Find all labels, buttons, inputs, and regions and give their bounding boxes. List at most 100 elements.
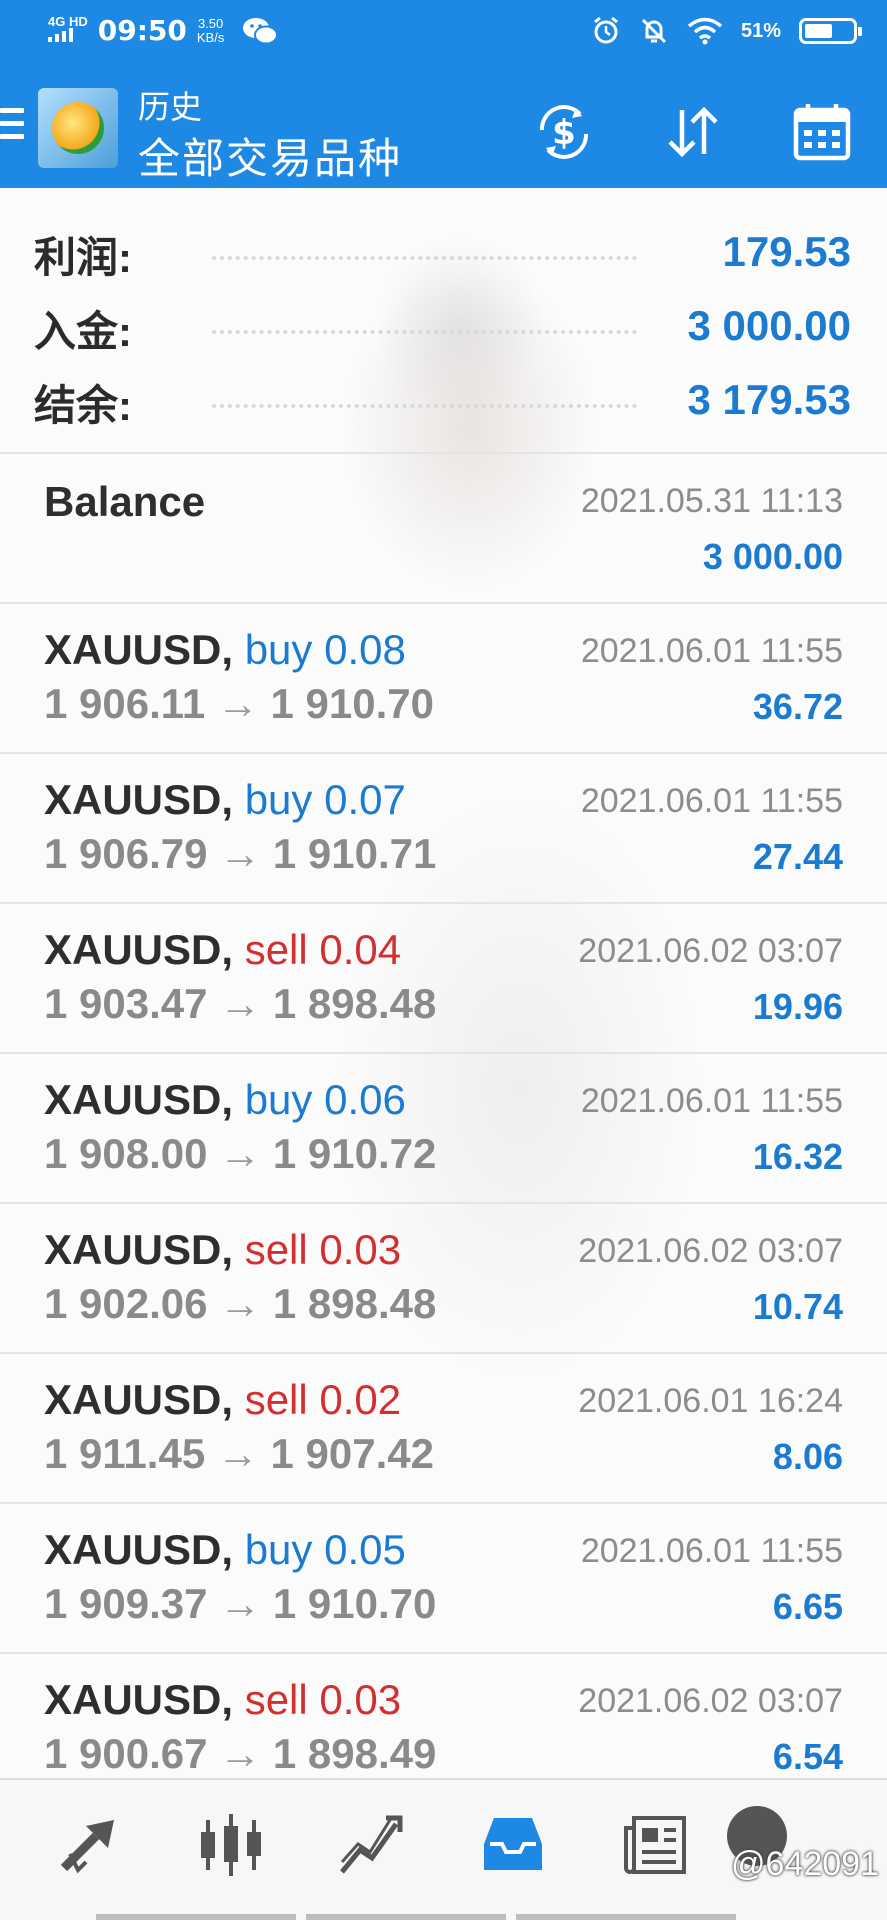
speed-value: 3.50 [197, 15, 224, 31]
trade-side-volume: sell 0.04 [244, 926, 402, 973]
trade-date: 2021.06.02 03:07 [578, 1682, 843, 1720]
trade-date: 2021.06.01 11:55 [580, 1082, 843, 1120]
deposit-label: 入金: [34, 308, 132, 355]
arrow-right-icon: → [219, 1730, 262, 1777]
symbol-filter[interactable]: 全部交易品种 [138, 125, 402, 186]
arrow-right-icon: → [219, 980, 262, 1027]
summary-panel: 利润: 179.53 入金: 3 000.00 结余: 3 179.53 [0, 188, 887, 452]
balance-value: 3 179.53 [687, 376, 852, 423]
candlestick-chart-icon[interactable] [196, 1810, 266, 1880]
news-icon[interactable] [620, 1810, 690, 1880]
alarm-icon [594, 16, 618, 44]
battery-level [805, 24, 832, 38]
open-price: 1 909.37 [44, 1580, 208, 1627]
close-price: 1 910.72 [272, 1130, 437, 1177]
profit-value: 179.53 [722, 228, 851, 275]
inbox-tray-icon[interactable] [478, 1810, 548, 1880]
trade-row[interactable]: XAUUSD, sell 0.03 1 902.06 → 1 898.48 2021… [0, 1202, 887, 1352]
wechat-icon [243, 17, 279, 44]
trade-profit: 10.74 [752, 1286, 843, 1327]
trade-symbol: XAUUSD, sell 0.02 [44, 1376, 401, 1424]
calendar-icon[interactable] [790, 100, 854, 164]
trade-prices: 1 908.00 → 1 910.72 [44, 1130, 436, 1178]
trade-side-volume: sell 0.02 [244, 1376, 402, 1423]
trade-row[interactable]: XAUUSD, buy 0.08 1 906.11 → 1 910.70 2021.… [0, 602, 887, 752]
balance-entry-title: Balance [44, 478, 206, 525]
balance-summary-row: 结余: 3 179.53 [0, 362, 887, 436]
balance-entry-row[interactable]: Balance 2021.05.31 11:13 3 000.00 [0, 452, 887, 602]
network-type: 4G HD [48, 13, 88, 29]
speed-unit: KB/s [196, 29, 225, 45]
trade-row[interactable]: XAUUSD, sell 0.02 1 911.45 → 1 907.42 2021… [0, 1352, 887, 1502]
trade-side-volume: buy 0.08 [244, 626, 406, 673]
open-price: 1 903.47 [44, 980, 208, 1027]
sort-arrows-icon[interactable] [660, 100, 724, 164]
arrow-right-icon: → [219, 1280, 262, 1327]
trade-symbol: XAUUSD, sell 0.04 [44, 926, 401, 974]
history-content[interactable]: 利润: 179.53 入金: 3 000.00 结余: 3 179.53 Bal… [0, 188, 887, 1778]
balance-label: 结余: [34, 382, 132, 429]
symbol-text: XAUUSD, [44, 1076, 234, 1123]
quotes-arrows-icon[interactable] [56, 1810, 126, 1880]
trade-symbol: XAUUSD, sell 0.03 [44, 1226, 401, 1274]
close-price: 1 910.70 [270, 680, 435, 727]
wifi-icon [687, 17, 723, 45]
profit-label: 利润: [34, 234, 132, 281]
page-title: 历史 [138, 89, 203, 125]
trade-profit: 36.72 [752, 686, 843, 727]
symbol-text: XAUUSD, [44, 1376, 234, 1423]
deposit-row: 入金: 3 000.00 [0, 288, 887, 362]
trade-profit: 16.32 [752, 1136, 843, 1177]
status-right: 51% [591, 16, 862, 46]
trade-row[interactable]: XAUUSD, buy 0.05 1 909.37 → 1 910.70 2021.… [0, 1502, 887, 1652]
profit-row: 利润: 179.53 [0, 214, 887, 288]
open-price: 1 900.67 [44, 1730, 208, 1777]
arrow-right-icon: → [219, 830, 262, 877]
close-price: 1 910.71 [272, 830, 437, 877]
trade-date: 2021.06.01 11:55 [580, 782, 843, 820]
status-bar: 4G HD 09:50 3.50 KB/s 51% [0, 0, 887, 70]
close-price: 1 898.48 [272, 1280, 437, 1327]
trade-row[interactable]: XAUUSD, sell 0.03 1 900.67 → 1 898.49 2021… [0, 1652, 887, 1778]
symbol-text: XAUUSD, [44, 1226, 234, 1273]
open-price: 1 902.06 [44, 1280, 208, 1327]
trade-row[interactable]: XAUUSD, sell 0.04 1 903.47 → 1 898.48 2021… [0, 902, 887, 1052]
watermark-text: @642091 [731, 1845, 879, 1883]
trade-date: 2021.06.01 16:24 [578, 1382, 843, 1420]
close-price: 1 898.49 [272, 1730, 437, 1777]
close-price: 1 898.48 [272, 980, 437, 1027]
svg-text:$: $ [552, 113, 576, 153]
trend-chart-icon[interactable] [336, 1810, 406, 1880]
trade-profit: 19.96 [752, 986, 843, 1027]
balance-entry-amount: 3 000.00 [702, 536, 843, 577]
trade-profit: 8.06 [772, 1436, 843, 1477]
trade-prices: 1 906.79 → 1 910.71 [44, 830, 436, 878]
close-price: 1 910.70 [272, 1580, 437, 1627]
nav-indicators [96, 1912, 786, 1920]
trade-side-volume: sell 0.03 [244, 1676, 402, 1723]
metatrader-logo[interactable] [38, 88, 118, 168]
hamburger-menu-icon[interactable] [0, 108, 26, 144]
balance-entry-date: 2021.05.31 11:13 [580, 482, 843, 520]
trade-row[interactable]: XAUUSD, buy 0.07 1 906.79 → 1 910.71 2021.… [0, 752, 887, 902]
open-price: 1 908.00 [44, 1130, 208, 1177]
symbol-text: XAUUSD, [44, 776, 234, 823]
trade-side-volume: buy 0.05 [244, 1526, 406, 1573]
trade-symbol: XAUUSD, sell 0.03 [44, 1676, 401, 1724]
trade-side-volume: sell 0.03 [244, 1226, 402, 1273]
signal-strength-icon [48, 27, 73, 42]
trade-prices: 1 902.06 → 1 898.48 [44, 1280, 436, 1328]
trade-profit: 27.44 [752, 836, 843, 877]
status-left: 4G HD 09:50 3.50 KB/s [48, 13, 279, 47]
trade-row[interactable]: XAUUSD, buy 0.06 1 908.00 → 1 910.72 2021.… [0, 1052, 887, 1202]
trade-prices: 1 900.67 → 1 898.49 [44, 1730, 436, 1778]
dollar-sync-icon[interactable]: $ [532, 100, 596, 164]
open-price: 1 906.11 [44, 680, 206, 727]
trade-date: 2021.06.01 11:55 [580, 632, 843, 670]
arrow-right-icon: → [216, 1430, 259, 1477]
trade-date: 2021.06.02 03:07 [578, 1232, 843, 1270]
arrow-right-icon: → [219, 1130, 262, 1177]
open-price: 1 906.79 [44, 830, 208, 877]
close-price: 1 907.42 [270, 1430, 435, 1477]
symbol-text: XAUUSD, [44, 626, 234, 673]
